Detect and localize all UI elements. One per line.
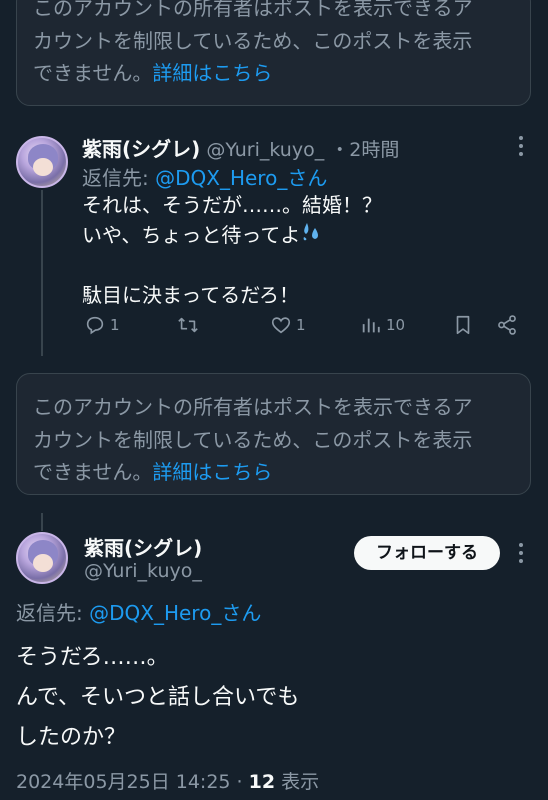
tweet-text-line	[82, 250, 382, 280]
analytics-icon	[362, 318, 380, 333]
tweet-text: それは、そうだが……。結婚！？ いや、ちょっと待ってよ 駄目に決まってるだろ！	[82, 190, 382, 310]
retweet-button[interactable]	[177, 314, 203, 336]
like-count: 1	[296, 316, 306, 334]
user-handle[interactable]: @Yuri_kuyo_	[206, 139, 324, 161]
more-options-icon[interactable]	[512, 541, 530, 565]
tweet-text-line: それは、そうだが……。結婚！？	[82, 193, 382, 217]
display-name[interactable]: 紫雨(シグレ)	[82, 137, 200, 161]
user-handle[interactable]: @Yuri_kuyo_	[84, 560, 202, 582]
tweet-text-line: したのか？	[16, 725, 127, 750]
notice-line: このアカウントの所有者はポストを表示できるア	[33, 395, 473, 419]
more-options-icon[interactable]	[512, 134, 530, 158]
bookmark-icon	[456, 315, 470, 335]
tweet-header: 紫雨(シグレ) @Yuri_kuyo_ ・2時間	[82, 133, 399, 162]
notice-line: できません。	[33, 61, 153, 85]
tweet-timestamp[interactable]: 2024年05月25日 14:25 ·	[16, 771, 249, 793]
share-button[interactable]	[496, 314, 518, 336]
learn-more-link[interactable]: 詳細はこちら	[152, 460, 272, 484]
share-icon	[498, 315, 516, 335]
tweet-text-line: んで、そいつと話し合いでも	[16, 685, 300, 710]
tweet-text-line: そうだろ……。	[16, 645, 169, 670]
avatar[interactable]	[16, 136, 68, 188]
notice-line: カウントを制限しているため、このポストを表示	[33, 28, 473, 53]
notice-line: このアカウントの所有者はポストを表示できるア	[33, 0, 473, 20]
reply-to-handle[interactable]: @DQX_Hero_さん	[155, 166, 327, 190]
tweet-action-bar: 1 1 10	[82, 314, 522, 344]
follow-button[interactable]: フォローする	[354, 536, 500, 570]
reply-button[interactable]: 1	[84, 314, 120, 336]
learn-more-link[interactable]: 詳細はこちら	[152, 61, 272, 85]
view-count: 10	[386, 316, 406, 334]
bookmark-button[interactable]	[452, 314, 474, 336]
reply-icon	[86, 316, 104, 335]
thread-connector-line	[41, 513, 43, 531]
reply-to-label: 返信先:	[82, 166, 156, 190]
notice-line: できません。	[33, 460, 153, 484]
tweet-time[interactable]: ・2時間	[330, 139, 399, 161]
like-button[interactable]: 1	[270, 314, 306, 336]
tweet-text: そうだろ……。 んで、そいつと話し合いでも したのか？	[16, 638, 299, 758]
reply-to-label: 返信先:	[16, 601, 90, 625]
tweet-text-line: 駄目に決まってるだろ！	[82, 283, 299, 307]
avatar[interactable]	[16, 532, 68, 584]
reply-to-handle[interactable]: @DQX_Hero_さん	[89, 601, 261, 625]
tweet-meta: 2024年05月25日 14:25 · 12 表示	[16, 767, 319, 794]
reply-count: 1	[110, 316, 120, 334]
reply-to-line: 返信先: @DQX_Hero_さん	[16, 597, 261, 626]
sweat-drops-icon	[300, 220, 322, 252]
views-label: 表示	[275, 771, 320, 793]
restricted-post-notice: このアカウントの所有者はポストを表示できるア カウントを制限しているため、このポ…	[16, 0, 531, 106]
tweet-text-line: いや、ちょっと待ってよ	[82, 223, 301, 247]
reply-to-line: 返信先: @DQX_Hero_さん	[82, 162, 327, 191]
views-count: 12	[248, 771, 276, 793]
thread-connector-line	[41, 190, 43, 356]
retweet-icon	[178, 317, 198, 333]
heart-icon	[271, 317, 291, 334]
restricted-post-notice: このアカウントの所有者はポストを表示できるア カウントを制限しているため、このポ…	[16, 373, 531, 495]
views-button[interactable]: 10	[360, 314, 405, 336]
display-name[interactable]: 紫雨(シグレ)	[84, 532, 202, 561]
notice-line: カウントを制限しているため、このポストを表示	[33, 427, 473, 452]
